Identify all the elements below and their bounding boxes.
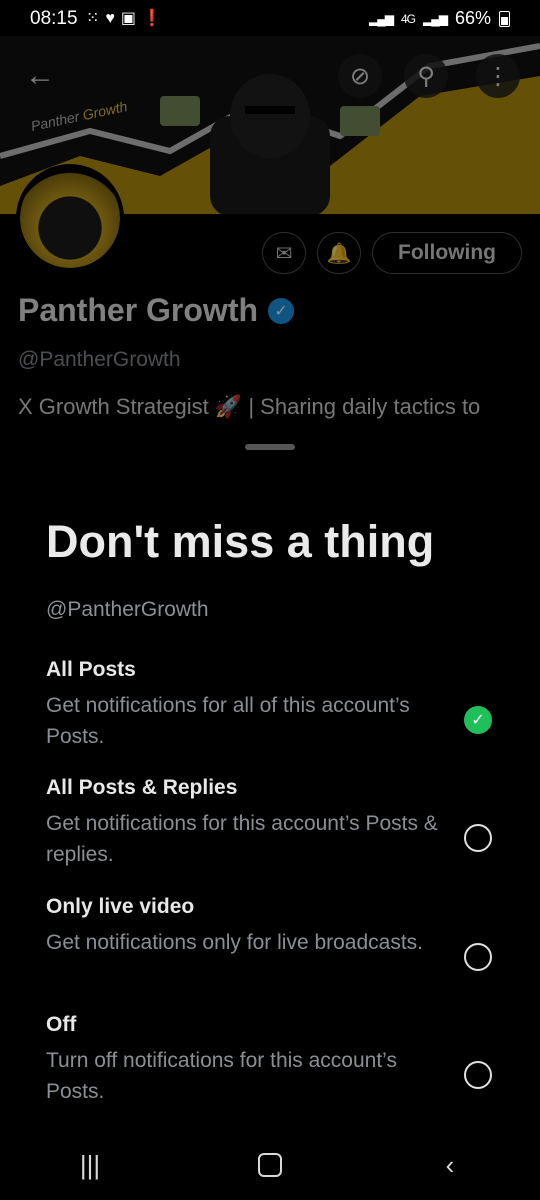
signal-icon: ▂▄▆ bbox=[369, 11, 394, 26]
option-all-posts[interactable]: All Posts Get notifications for all of t… bbox=[46, 658, 526, 752]
option-title: Only live video bbox=[46, 895, 195, 918]
notification-settings-sheet: Don't miss a thing @PantherGrowth All Po… bbox=[0, 426, 540, 1200]
recent-apps-icon[interactable]: ||| bbox=[60, 1135, 120, 1195]
radio-unselected-icon[interactable] bbox=[464, 824, 492, 852]
grid-icon: ⁙ bbox=[86, 10, 106, 27]
image-icon: ▣ bbox=[120, 10, 143, 27]
system-nav-bar: ||| ‹ bbox=[0, 1130, 540, 1200]
sheet-title: Don't miss a thing bbox=[46, 516, 435, 567]
sheet-subtitle: @PantherGrowth bbox=[46, 598, 209, 621]
signal-icon-2: ▂▄▆ bbox=[423, 11, 448, 26]
heart-icon: ♥ bbox=[105, 10, 121, 27]
system-icons: ▂▄▆ 4G ▂▄▆ 66% bbox=[369, 8, 510, 29]
option-description: Get notifications only for live broadcas… bbox=[46, 931, 424, 954]
option-description: Turn off notifications for this account’… bbox=[46, 1049, 397, 1103]
back-icon[interactable]: ‹ bbox=[420, 1135, 480, 1195]
status-bar: 08:15 ⁙♥▣❗ ▂▄▆ 4G ▂▄▆ 66% bbox=[0, 0, 540, 36]
sheet-grabber[interactable] bbox=[245, 444, 295, 450]
alert-icon: ❗ bbox=[142, 10, 168, 27]
option-description: Get notifications for all of this accoun… bbox=[46, 694, 410, 748]
network-label: 4G bbox=[400, 11, 416, 26]
battery-percent: 66% bbox=[454, 8, 491, 28]
home-icon[interactable] bbox=[240, 1135, 300, 1195]
dim-overlay[interactable] bbox=[0, 36, 540, 456]
radio-unselected-icon[interactable] bbox=[464, 1061, 492, 1089]
option-only-live-video[interactable]: Only live video Get notifications only f… bbox=[46, 895, 526, 971]
radio-unselected-icon[interactable] bbox=[464, 943, 492, 971]
radio-selected-icon[interactable]: ✓ bbox=[464, 706, 492, 734]
profile-header: Panther Growth ← ⊘ ⚲ ⋮ ✉ 🔔 Following Pan… bbox=[0, 36, 540, 456]
option-description: Get notifications for this account’s Pos… bbox=[46, 812, 438, 866]
status-time: 08:15 bbox=[30, 8, 78, 29]
option-title: All Posts & Replies bbox=[46, 776, 238, 799]
battery-icon bbox=[499, 10, 510, 27]
notification-icons: ⁙♥▣❗ bbox=[86, 8, 168, 28]
option-all-posts-replies[interactable]: All Posts & Replies Get notifications fo… bbox=[46, 776, 526, 870]
option-off[interactable]: Off Turn off notifications for this acco… bbox=[46, 1013, 526, 1107]
option-title: All Posts bbox=[46, 658, 136, 681]
option-title: Off bbox=[46, 1013, 77, 1036]
